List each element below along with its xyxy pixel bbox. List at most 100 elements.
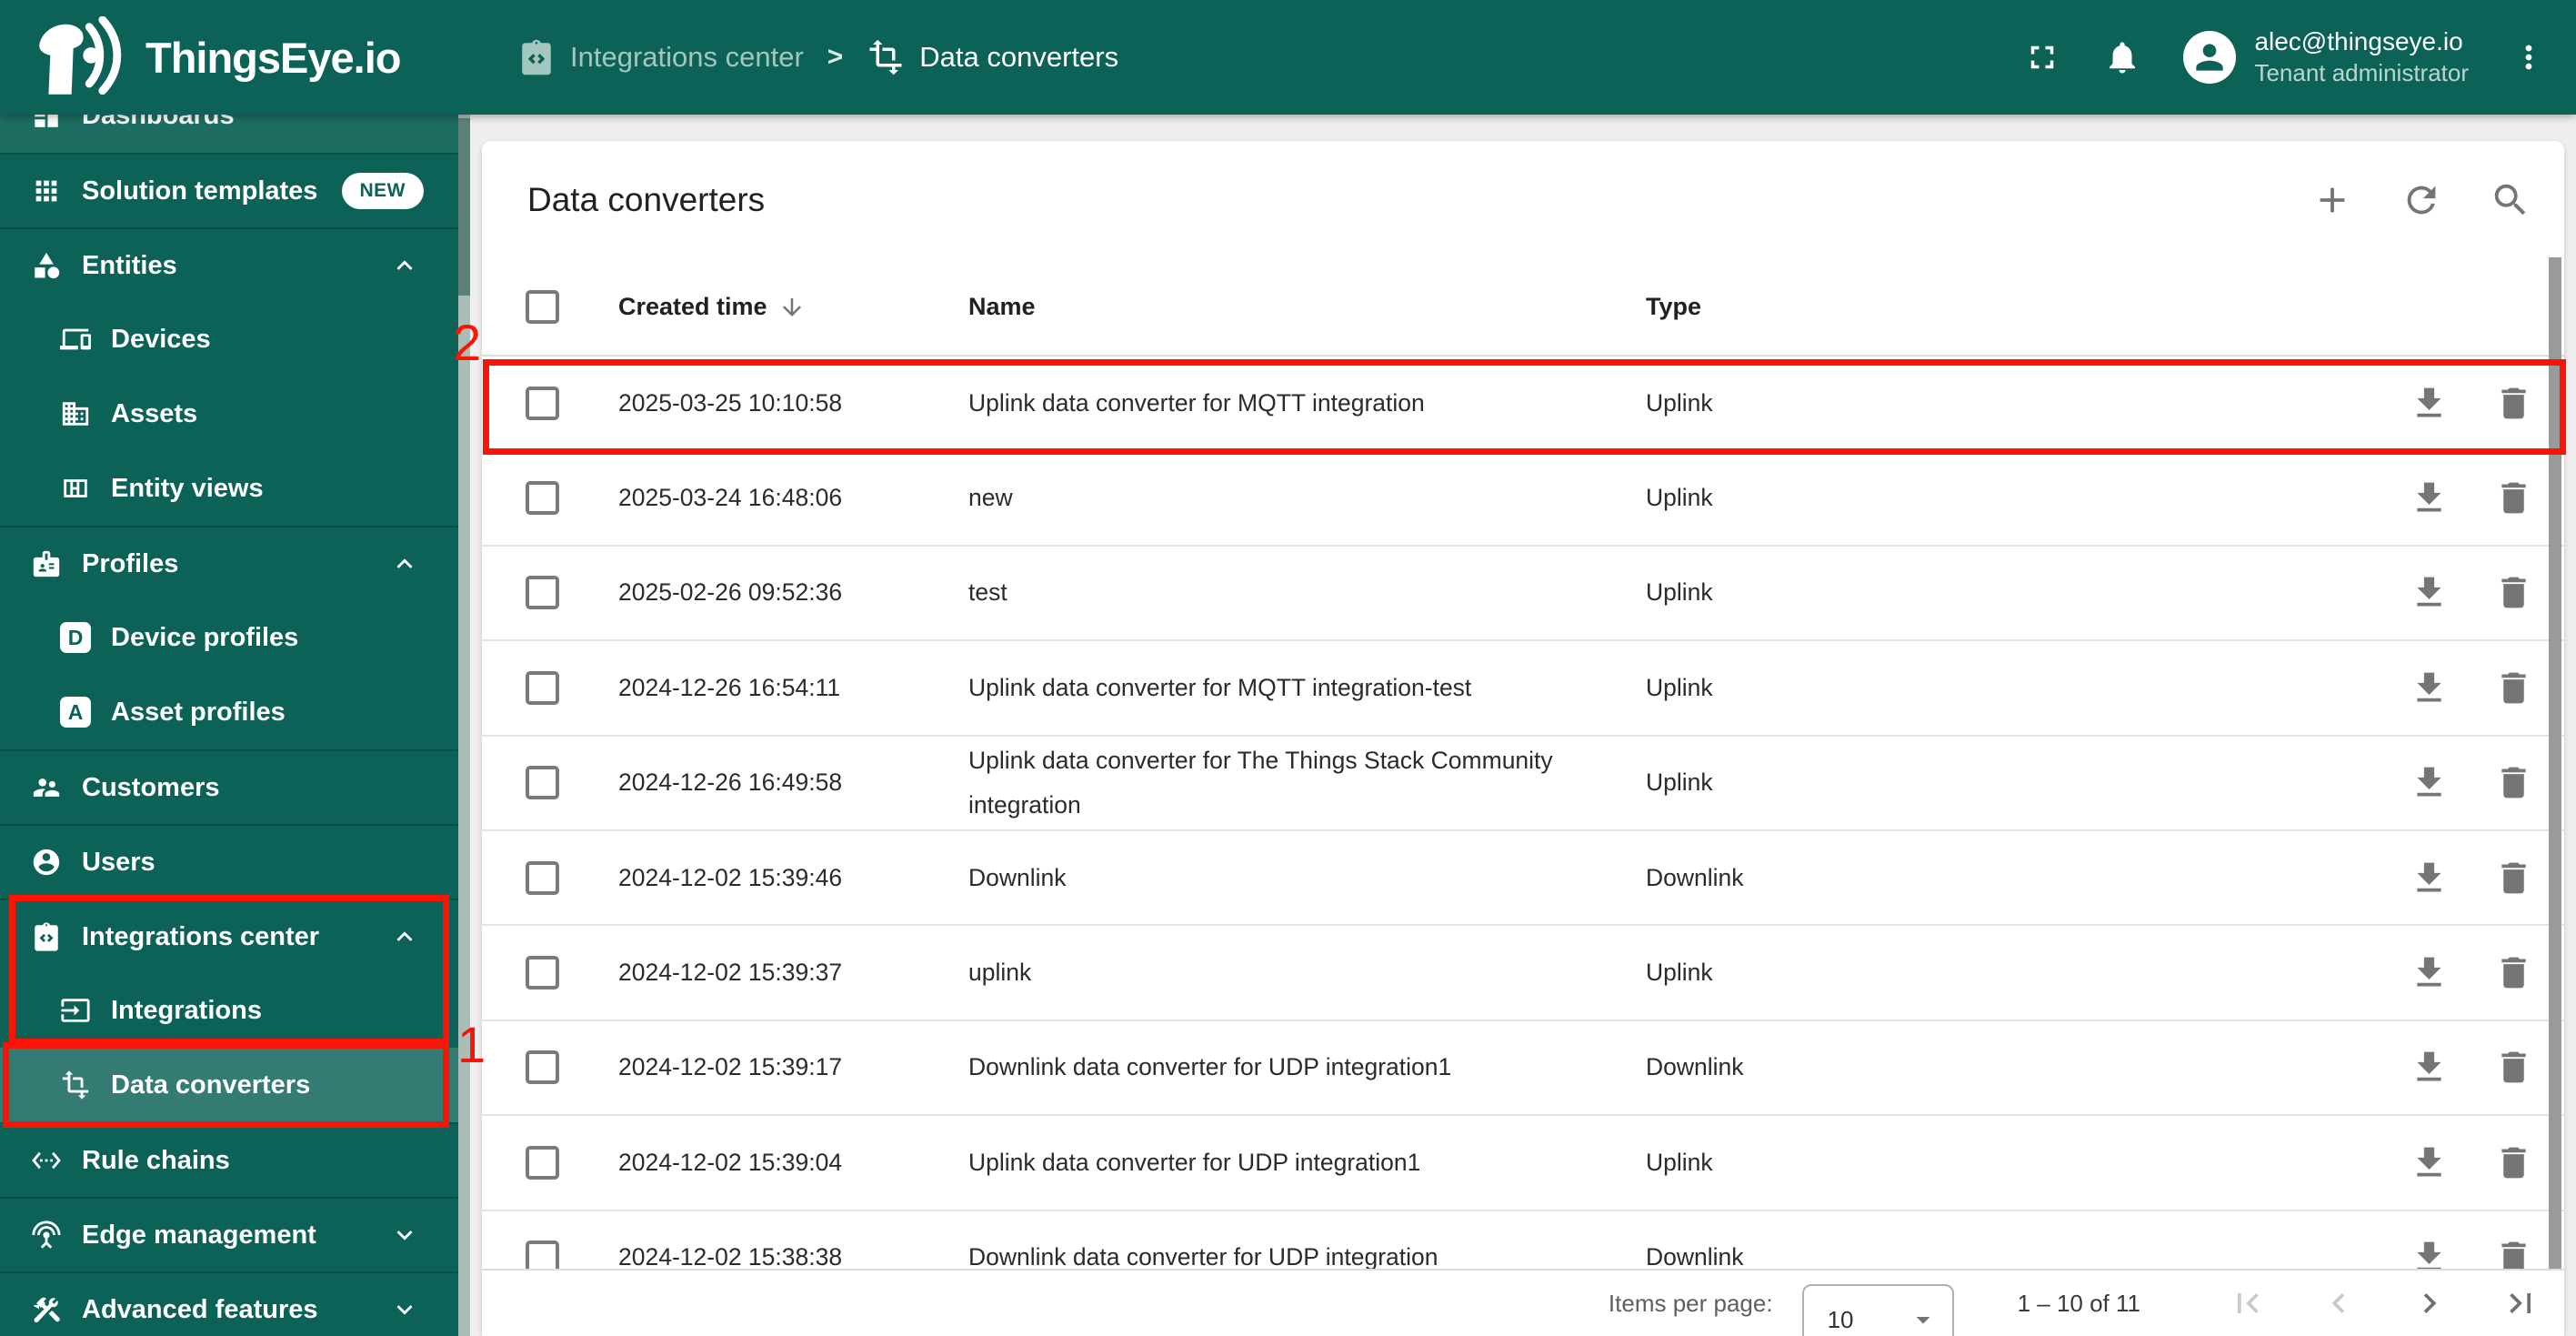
name-cell: Downlink data converter for UDP integrat…	[968, 1053, 1452, 1081]
account-menu[interactable]: alec@thingseye.io Tenant administrator	[2183, 25, 2469, 89]
sidebar-item-data-converters[interactable]: Data converters	[0, 1048, 458, 1122]
download-converter-button[interactable]	[2409, 572, 2450, 613]
type-cell: Downlink	[1646, 1053, 1744, 1081]
sidebar-item-assets[interactable]: Assets	[0, 377, 458, 451]
column-header-type[interactable]: Type	[1646, 293, 2210, 321]
delete-converter-button[interactable]	[2493, 858, 2534, 899]
row-checkbox[interactable]	[526, 481, 559, 516]
sidebar-scrollbar[interactable]	[458, 115, 470, 1336]
refresh-button[interactable]	[2401, 179, 2442, 221]
table-row[interactable]: 2024-12-26 16:49:58 Uplink data converter…	[482, 737, 2564, 831]
type-cell: Downlink	[1646, 863, 1744, 891]
row-checkbox[interactable]	[526, 576, 559, 610]
row-checkbox[interactable]	[526, 1145, 559, 1180]
sidebar-item-dashboards[interactable]: Dashboards	[0, 115, 458, 153]
download-converter-button[interactable]	[2409, 762, 2450, 803]
sidebar-item-profiles[interactable]: Profiles	[0, 526, 458, 600]
paginator-nav	[2228, 1283, 2564, 1323]
sidebar-item-advanced-features[interactable]: Advanced features	[0, 1271, 458, 1336]
breadcrumb-integrations-center[interactable]: Integrations center	[517, 38, 804, 76]
download-converter-button[interactable]	[2409, 952, 2450, 993]
sidebar-item-label: Rule chains	[82, 1145, 230, 1175]
table-row[interactable]: 2024-12-02 15:39:04 Uplink data converter…	[482, 1116, 2564, 1211]
sidebar-item-device-profiles[interactable]: D Device profiles	[0, 600, 458, 675]
row-checkbox[interactable]	[526, 670, 559, 705]
download-converter-button[interactable]	[2409, 477, 2450, 518]
type-cell: Uplink	[1646, 484, 1713, 512]
page-size-value: 10	[1827, 1305, 1854, 1333]
sidebar: Dashboards Solution templates NEW Entities D…	[0, 115, 470, 1336]
last-page-button[interactable]	[2501, 1283, 2541, 1323]
download-converter-button[interactable]	[2409, 858, 2450, 899]
download-converter-button[interactable]	[2409, 1142, 2450, 1183]
row-checkbox[interactable]	[526, 766, 559, 800]
sidebar-nav: Dashboards Solution templates NEW Entities D…	[0, 115, 458, 1336]
thingseye-logo-icon	[27, 16, 129, 98]
sidebar-item-solution-templates[interactable]: Solution templates NEW	[0, 153, 458, 227]
table-scrollbar-thumb[interactable]	[2549, 257, 2561, 1271]
column-header-created-time[interactable]: Created time	[618, 293, 968, 321]
notifications-button[interactable]	[2103, 38, 2141, 76]
row-checkbox[interactable]	[526, 860, 559, 895]
device-profile-icon: D	[60, 622, 91, 653]
delete-converter-button[interactable]	[2493, 383, 2534, 424]
sidebar-item-rule-chains[interactable]: Rule chains	[0, 1122, 458, 1197]
previous-page-button[interactable]	[2319, 1283, 2359, 1323]
sidebar-item-edge-management[interactable]: Edge management	[0, 1197, 458, 1271]
sidebar-item-integrations[interactable]: Integrations	[0, 973, 458, 1048]
table-row[interactable]: 2024-12-02 15:39:37 uplink Uplink	[482, 926, 2564, 1021]
row-checkbox[interactable]	[526, 386, 559, 420]
sidebar-item-customers[interactable]: Customers	[0, 749, 458, 824]
sidebar-item-label: Users	[82, 847, 155, 877]
table-row[interactable]: 2024-12-02 15:39:17 Downlink data convert…	[482, 1021, 2564, 1117]
download-converter-button[interactable]	[2409, 383, 2450, 424]
sidebar-item-devices[interactable]: Devices	[0, 302, 458, 377]
table-row[interactable]: 2025-02-26 09:52:36 test Uplink	[482, 547, 2564, 642]
sidebar-item-label: Entity views	[111, 473, 264, 503]
chevron-up-icon	[389, 250, 420, 281]
first-page-button[interactable]	[2228, 1283, 2268, 1323]
download-converter-button[interactable]	[2409, 1047, 2450, 1088]
sidebar-item-asset-profiles[interactable]: A Asset profiles	[0, 675, 458, 749]
table-row[interactable]: 2025-03-24 16:48:06 new Uplink	[482, 451, 2564, 547]
sidebar-item-entities[interactable]: Entities	[0, 227, 458, 302]
delete-converter-button[interactable]	[2493, 1142, 2534, 1183]
add-converter-button[interactable]	[2311, 179, 2353, 221]
row-checkbox[interactable]	[526, 1050, 559, 1085]
download-converter-button[interactable]	[2409, 668, 2450, 708]
chevron-up-icon	[389, 548, 420, 579]
table-row[interactable]: 2024-12-26 16:54:11 Uplink data converter…	[482, 641, 2564, 737]
delete-converter-button[interactable]	[2493, 1047, 2534, 1088]
delete-converter-button[interactable]	[2493, 762, 2534, 803]
fullscreen-button[interactable]	[2023, 38, 2061, 76]
customers-icon	[31, 772, 62, 803]
delete-converter-button[interactable]	[2493, 477, 2534, 518]
breadcrumb-data-converters[interactable]: Data converters	[867, 38, 1118, 76]
paginator: Items per page: 10 1 – 10 of 11	[482, 1269, 2564, 1336]
sidebar-scrollbar-thumb[interactable]	[458, 118, 470, 296]
page-size-select[interactable]: 10	[1801, 1284, 1954, 1336]
next-page-button[interactable]	[2410, 1283, 2450, 1323]
name-cell: Uplink data converter for MQTT integrati…	[968, 388, 1425, 417]
table-row[interactable]: 2024-12-02 15:39:46 Downlink Downlink	[482, 831, 2564, 927]
more-menu-button[interactable]	[2511, 39, 2547, 75]
sidebar-item-integrations-center[interactable]: Integrations center	[0, 899, 458, 973]
search-button[interactable]	[2490, 179, 2531, 221]
column-header-name[interactable]: Name	[968, 293, 1646, 321]
sidebar-item-label: Advanced features	[82, 1294, 318, 1324]
sidebar-item-users[interactable]: Users	[0, 824, 458, 899]
delete-converter-button[interactable]	[2493, 952, 2534, 993]
sidebar-item-label: Integrations	[111, 995, 262, 1025]
sidebar-item-label: Entities	[82, 250, 177, 280]
delete-converter-button[interactable]	[2493, 668, 2534, 708]
column-label: Name	[968, 293, 1036, 320]
table-row[interactable]: 2025-03-25 10:10:58 Uplink data converter…	[482, 357, 2564, 452]
chevron-down-icon	[389, 1220, 420, 1251]
sidebar-item-entity-views[interactable]: Entity views	[0, 451, 458, 526]
row-checkbox[interactable]	[526, 956, 559, 990]
select-all-checkbox[interactable]	[526, 290, 559, 324]
app-header: ThingsEye.io Integrations center > Data …	[0, 0, 2576, 115]
brand[interactable]: ThingsEye.io	[0, 16, 470, 98]
delete-converter-button[interactable]	[2493, 572, 2534, 613]
sidebar-item-label: Dashboards	[82, 115, 235, 130]
